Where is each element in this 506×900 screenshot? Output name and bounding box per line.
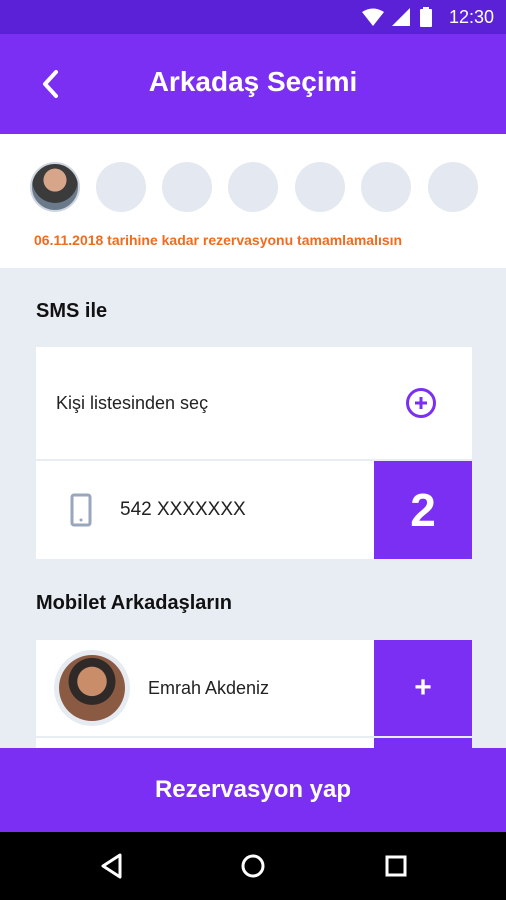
empty-friend-slot[interactable] (228, 162, 278, 212)
add-contact-button[interactable] (406, 388, 436, 418)
nav-back-icon[interactable] (98, 852, 126, 880)
empty-friend-slot[interactable] (428, 162, 478, 212)
system-nav-bar (0, 832, 506, 900)
pick-from-contacts-label: Kişi listesinden seç (56, 393, 209, 413)
status-bar: 12:30 (0, 0, 506, 34)
nav-home-icon[interactable] (239, 852, 267, 880)
avatar-photo (59, 655, 125, 721)
deadline-notice: 06.11.2018 tarihine kadar rezervasyonu t… (34, 232, 403, 248)
plus-icon (415, 397, 427, 409)
empty-friend-slot[interactable] (361, 162, 411, 212)
signal-icon (392, 8, 410, 26)
battery-icon (420, 7, 432, 27)
add-friend-button-partial[interactable] (374, 738, 472, 748)
friend-list-item[interactable] (36, 738, 374, 748)
status-time: 12:30 (448, 7, 494, 27)
friends-section-title: Mobilet Arkadaşların (36, 592, 232, 614)
phone-number-row[interactable]: 542 XXXXXXX (36, 461, 374, 559)
sms-section-title: SMS ile (36, 300, 108, 322)
nav-recents-icon[interactable] (382, 852, 410, 880)
friend-name: Emrah Akdeniz (148, 678, 270, 698)
make-reservation-button[interactable]: Rezervasyon yap (0, 748, 506, 832)
wifi-icon (362, 8, 384, 26)
empty-friend-slot[interactable] (96, 162, 146, 212)
phone-number: 542 XXXXXXX (120, 499, 246, 520)
avatar (54, 650, 130, 726)
page-title: Arkadaş Seçimi (148, 66, 358, 97)
phone-icon (70, 493, 92, 527)
selected-friends-strip: 06.11.2018 tarihine kadar rezervasyonu t… (0, 134, 506, 268)
empty-friend-slot[interactable] (295, 162, 345, 212)
app-bar: Arkadaş Seçimi (0, 34, 506, 134)
sms-count-badge[interactable]: 2 (374, 461, 472, 559)
pick-from-contacts-row[interactable]: Kişi listesinden seç (36, 347, 472, 459)
empty-friend-slot[interactable] (162, 162, 212, 212)
friend-list-item[interactable]: Emrah Akdeniz (36, 640, 374, 736)
avatar[interactable] (30, 162, 80, 212)
add-friend-button[interactable]: + (374, 640, 472, 736)
